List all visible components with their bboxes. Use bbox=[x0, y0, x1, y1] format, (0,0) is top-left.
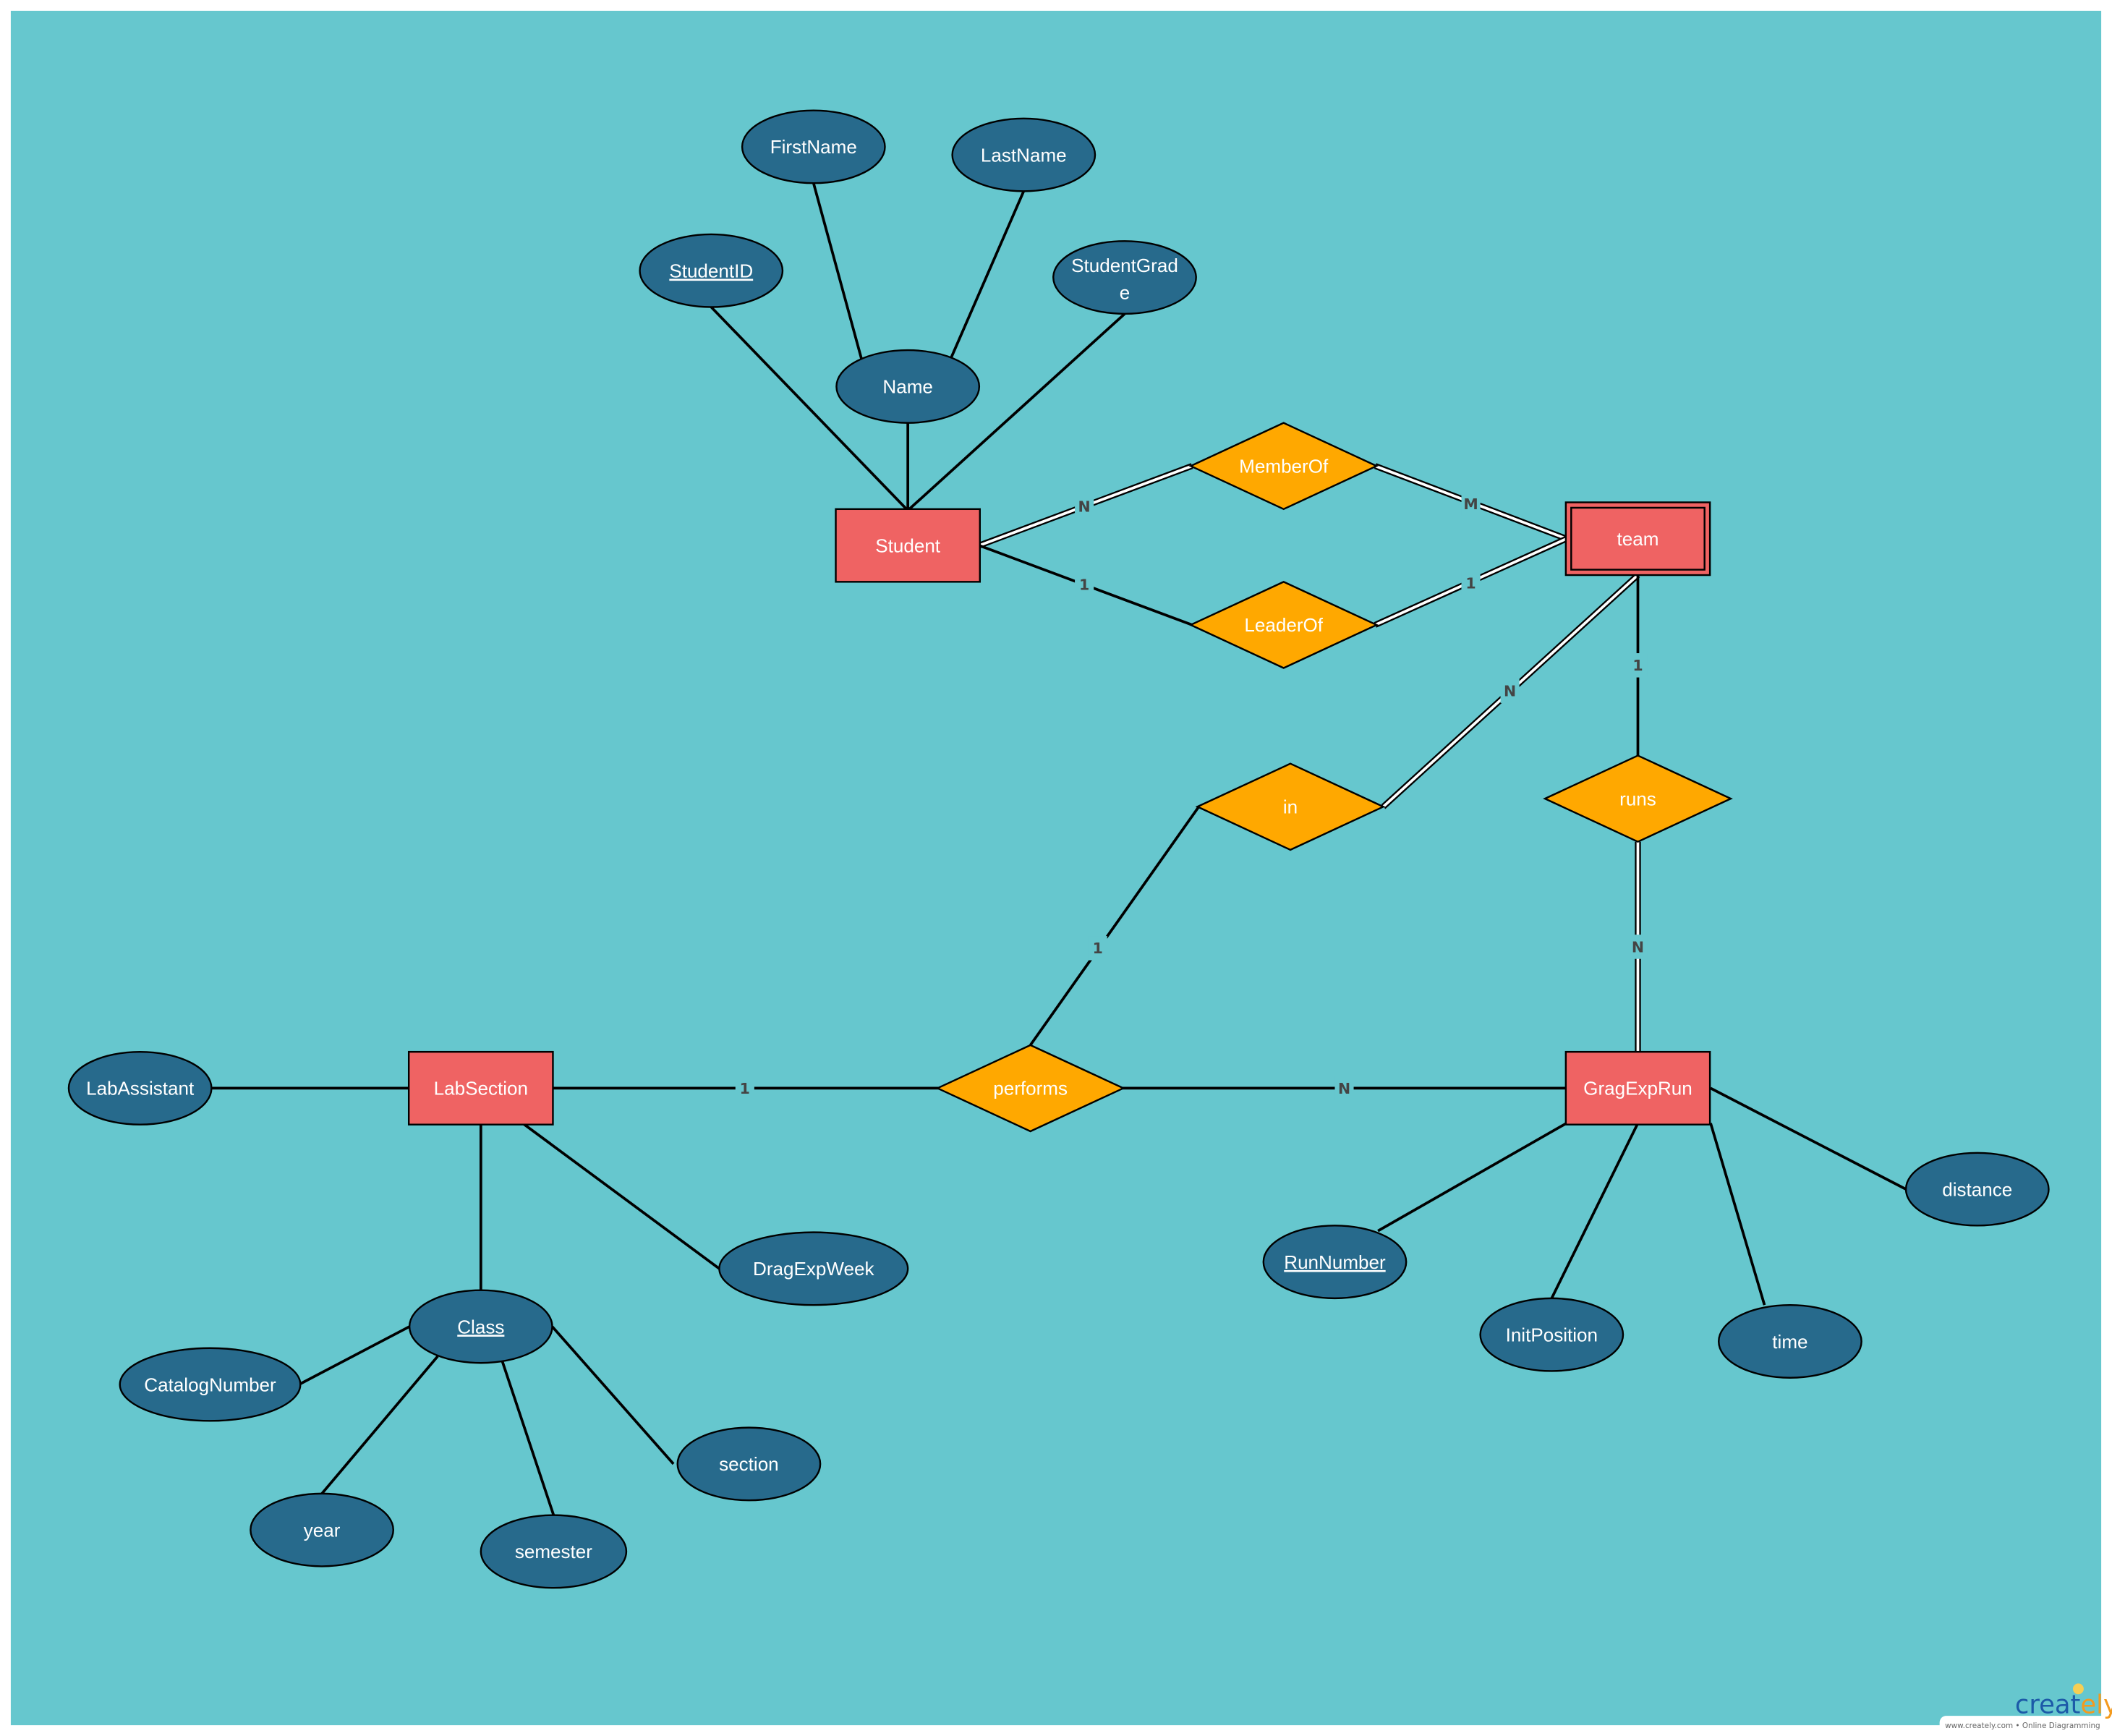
attribute-semester[interactable]: semester bbox=[480, 1514, 628, 1589]
cardinality-label: N bbox=[1338, 1080, 1350, 1097]
entity-student[interactable]: Student bbox=[835, 508, 981, 583]
attribute-time[interactable]: time bbox=[1718, 1303, 1862, 1379]
shape-label: LabAssistant bbox=[86, 1078, 195, 1099]
attribute-runnumber[interactable]: RunNumber bbox=[1262, 1225, 1408, 1300]
attribute-labassistant[interactable]: LabAssistant bbox=[67, 1050, 213, 1126]
shape-label: performs bbox=[993, 1078, 1068, 1099]
er-diagram-canvas: N M 1 1 N 1 N 1 1 N Student team LabSection GragExpR… bbox=[0, 0, 2112, 1736]
shape-label: LastName bbox=[981, 144, 1067, 166]
shape-label: CatalogNumber bbox=[144, 1374, 276, 1395]
er-diagram: N M 1 1 N 1 N 1 1 N Student team LabSection GragExpR… bbox=[10, 10, 2112, 1732]
attribute-name[interactable]: Name bbox=[835, 349, 981, 424]
shape-label: runs bbox=[1619, 788, 1656, 809]
attribute-initposition[interactable]: InitPosition bbox=[1479, 1297, 1625, 1372]
shape-label: time bbox=[1772, 1331, 1807, 1353]
watermark-tagline: www.creately.com • Online Diagramming bbox=[1945, 1722, 2100, 1730]
attribute-catalognumber[interactable]: CatalogNumber bbox=[119, 1347, 302, 1422]
shape-label: StudentGrad bbox=[1071, 255, 1178, 276]
attribute-dragexpweek[interactable]: DragExpWeek bbox=[718, 1231, 909, 1306]
shape-label: year bbox=[304, 1519, 341, 1541]
shape-label: Student bbox=[875, 535, 941, 556]
entity-gragexprun[interactable]: GragExpRun bbox=[1564, 1050, 1711, 1126]
attribute-year[interactable]: year bbox=[250, 1492, 394, 1567]
attribute-firstname[interactable]: FirstName bbox=[741, 109, 886, 184]
shape-label: FirstName bbox=[770, 136, 857, 158]
cardinality-label: 1 bbox=[1093, 940, 1103, 957]
shape-label: team bbox=[1617, 528, 1659, 550]
shape-label: distance bbox=[1942, 1178, 2012, 1200]
shape-label: MemberOf bbox=[1239, 456, 1329, 477]
cardinality-label: N bbox=[1632, 938, 1644, 956]
shape-label: LabSection bbox=[434, 1078, 528, 1099]
attribute-studentid[interactable]: StudentID bbox=[639, 233, 784, 308]
shape-label: Class bbox=[457, 1316, 504, 1337]
attribute-section[interactable]: section bbox=[676, 1426, 822, 1502]
cardinality-label: 1 bbox=[1465, 575, 1476, 592]
cardinality-label: M bbox=[1463, 495, 1478, 513]
attribute-distance[interactable]: distance bbox=[1904, 1152, 2050, 1227]
entity-team[interactable]: team bbox=[1564, 501, 1711, 576]
shape-label: in bbox=[1283, 796, 1298, 818]
attribute-studentgrade[interactable]: StudentGrad e bbox=[1052, 240, 1197, 315]
shape-label: section bbox=[719, 1453, 779, 1475]
shape-label: StudentID bbox=[669, 260, 753, 282]
watermark-logo: creately bbox=[2015, 1690, 2112, 1719]
cardinality-label: 1 bbox=[740, 1080, 750, 1097]
entity-labsection[interactable]: LabSection bbox=[407, 1050, 554, 1126]
shape-label: InitPosition bbox=[1506, 1324, 1598, 1345]
cardinality-label: 1 bbox=[1079, 576, 1089, 594]
cardinality-label: 1 bbox=[1632, 657, 1643, 674]
cardinality-label: N bbox=[1504, 683, 1516, 700]
attribute-lastname[interactable]: LastName bbox=[951, 117, 1097, 192]
shape-label: Name bbox=[882, 376, 932, 398]
shape-label: GragExpRun bbox=[1583, 1078, 1692, 1099]
cardinality-label: N bbox=[1078, 498, 1091, 516]
shape-label: RunNumber bbox=[1284, 1251, 1386, 1273]
attribute-class[interactable]: Class bbox=[408, 1289, 553, 1364]
shape-label: semester bbox=[515, 1541, 592, 1562]
shape-label: LeaderOf bbox=[1244, 614, 1323, 636]
shape-label: DragExpWeek bbox=[753, 1258, 874, 1280]
shape-label: e bbox=[1120, 281, 1130, 303]
